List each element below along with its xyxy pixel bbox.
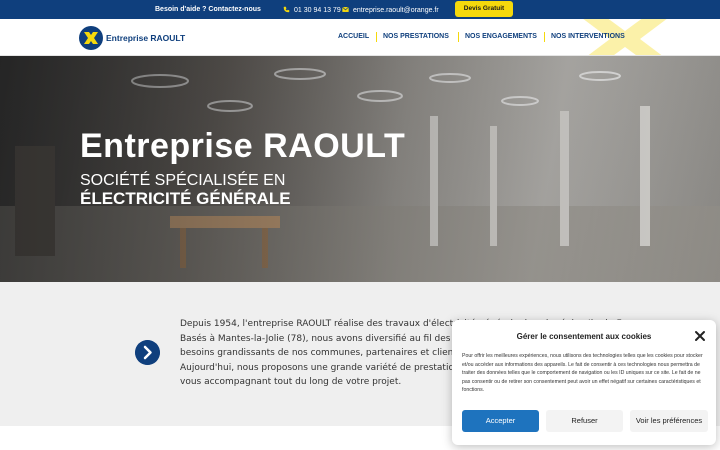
phone-link[interactable]: 01 30 94 13 79 [283,6,341,14]
envelope-icon [342,6,349,12]
consent-title: Gérer le consentement aux cookies [516,332,652,341]
hero-banner: Entreprise RAOULT SOCIÉTÉ SPÉCIALISÉE EN… [0,56,720,282]
nav-separator [544,32,545,42]
hero-overlay [0,56,720,282]
preferences-button[interactable]: Voir les préférences [630,410,708,432]
hero-title: Entreprise RAOULT [80,127,406,165]
nav-separator [376,32,377,42]
nav-accueil[interactable]: ACCUEIL [338,33,369,40]
top-bar: Besoin d'aide ? Contactez-nous 01 30 94 … [0,0,720,19]
email-address: entreprise.raoult@orange.fr [353,7,439,14]
site-header: Entreprise RAOULT ACCUEIL NOS PRESTATION… [0,19,720,56]
accept-button[interactable]: Accepter [462,410,539,432]
brand-name[interactable]: Entreprise RAOULT [106,33,185,43]
close-icon[interactable] [694,330,706,342]
hero-subtitle-line1: SOCIÉTÉ SPÉCIALISÉE EN [80,172,286,189]
phone-icon [283,6,290,13]
nav-interventions[interactable]: NOS INTERVENTIONS [551,33,625,40]
nav-engagements[interactable]: NOS ENGAGEMENTS [465,33,537,40]
phone-number: 01 30 94 13 79 [294,7,341,14]
logo-icon[interactable] [79,26,103,50]
hero-subtitle-line2: ÉLECTRICITÉ GÉNÉRALE [80,189,291,208]
help-text[interactable]: Besoin d'aide ? Contactez-nous [155,6,261,13]
chevron-right-icon[interactable] [135,340,160,365]
devis-button[interactable]: Devis Gratuit [455,1,513,17]
nav-separator [458,32,459,42]
nav-prestations[interactable]: NOS PRESTATIONS [383,33,449,40]
refuse-button[interactable]: Refuser [546,410,623,432]
cookie-consent-dialog: Gérer le consentement aux cookies Pour o… [452,320,716,445]
consent-body: Pour offrir les meilleures expériences, … [462,353,703,394]
email-link[interactable]: entreprise.raoult@orange.fr [342,6,439,14]
